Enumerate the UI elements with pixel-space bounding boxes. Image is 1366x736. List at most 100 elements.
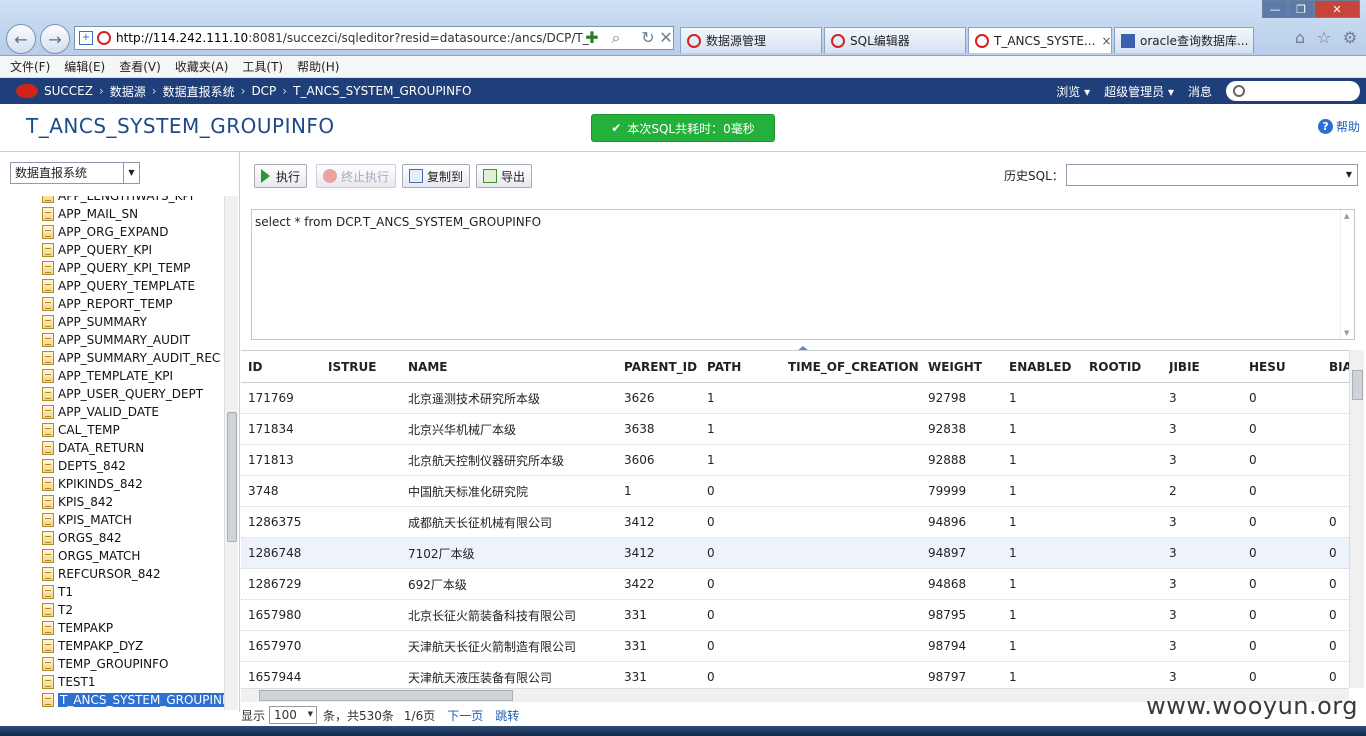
column-header-parent-id[interactable]: PARENT_ID (624, 351, 697, 382)
table-row[interactable]: 1286748 7102厂本级 3412 0 94897 1 3 0 0 (241, 538, 1349, 569)
export-button[interactable]: 导出 (476, 164, 533, 188)
tree-item[interactable]: APP_VALID_DATE (0, 403, 224, 421)
tree-item[interactable]: APP_USER_QUERY_DEPT (0, 385, 224, 403)
column-header-jibie[interactable]: JIBIE (1169, 351, 1200, 382)
history-sql-select[interactable]: ▼ (1066, 164, 1358, 186)
tree-item[interactable]: APP_QUERY_KPI_TEMP (0, 259, 224, 277)
tree-item[interactable]: T1 (0, 583, 224, 601)
table-row[interactable]: 1657970 天津航天长征火箭制造有限公司 331 0 98794 1 3 0 0 (241, 631, 1349, 662)
admin-menu[interactable]: 超级管理员 ▾ (1104, 83, 1174, 100)
column-header-name[interactable]: NAME (408, 351, 447, 382)
column-header-istrue[interactable]: ISTRUE (328, 351, 376, 382)
menu-file[interactable]: 文件(F) (10, 58, 50, 75)
minimize-button[interactable]: — (1262, 0, 1288, 18)
tree-item[interactable]: TEMPAKP_DYZ (0, 637, 224, 655)
tree-item[interactable]: APP_SUMMARY_AUDIT_REC (0, 349, 224, 367)
tree-scrollbar[interactable] (224, 196, 238, 710)
tree-item[interactable]: APP_REPORT_TEMP (0, 295, 224, 313)
table-row[interactable]: 1657944 天津航天液压装备有限公司 331 0 98797 1 3 0 0 (241, 662, 1349, 688)
tab-close-icon[interactable]: × (1101, 34, 1111, 48)
table-row[interactable]: 1286729 692厂本级 3422 0 94868 1 3 0 0 (241, 569, 1349, 600)
table-row[interactable]: 171813 北京航天控制仪器研究所本级 3606 1 92888 1 3 0 (241, 445, 1349, 476)
table-row[interactable]: 171769 北京遥测技术研究所本级 3626 1 92798 1 3 0 (241, 383, 1349, 414)
tree-item[interactable]: ORGS_842 (0, 529, 224, 547)
tree-item[interactable]: CAL_TEMP (0, 421, 224, 439)
tree-item[interactable]: APP_ORG_EXPAND (0, 223, 224, 241)
sql-editor[interactable]: select * from DCP.T_ANCS_SYSTEM_GROUPINF… (251, 209, 1355, 340)
tree-item[interactable]: TEMP_GROUPINFO (0, 655, 224, 673)
breadcrumb-system[interactable]: 数据直报系统 (163, 83, 235, 100)
cell-bia: 0 (1329, 577, 1337, 591)
search-input[interactable] (1226, 81, 1360, 101)
table-row[interactable]: 1657980 北京长征火箭装备科技有限公司 331 0 98795 1 3 0 0 (241, 600, 1349, 631)
page-size-select[interactable]: 100 (269, 706, 318, 724)
menu-view[interactable]: 查看(V) (119, 58, 161, 75)
tree-item[interactable]: APP_MAIL_SN (0, 205, 224, 223)
tree-item[interactable]: T_ANCS_SYSTEM_GROUPINFO (0, 691, 224, 709)
home-icon[interactable]: ⌂ (1290, 28, 1310, 48)
tree-item[interactable]: TEST1 (0, 673, 224, 691)
column-header-bia[interactable]: BIA (1329, 351, 1349, 382)
back-button[interactable]: ← (6, 24, 36, 54)
maximize-button[interactable]: ❐ (1288, 0, 1314, 18)
execute-button[interactable]: 执行 (254, 164, 308, 188)
column-header-hesu[interactable]: HESU (1249, 351, 1286, 382)
tree-item[interactable]: APP_SUMMARY (0, 313, 224, 331)
next-page-link[interactable]: 下一页 (447, 707, 483, 724)
scrollbar-thumb[interactable] (1352, 370, 1363, 400)
jump-link[interactable]: 跳转 (495, 707, 519, 724)
stop-icon[interactable]: ✕ (656, 28, 676, 48)
refresh-icon[interactable]: ↻ (638, 28, 658, 48)
scrollbar-thumb[interactable] (227, 412, 237, 542)
messages-link[interactable]: 消息 (1188, 83, 1212, 100)
tree-item[interactable]: KPIS_MATCH (0, 511, 224, 529)
column-header-weight[interactable]: WEIGHT (928, 351, 982, 382)
favorites-star-icon[interactable]: ☆ (1314, 28, 1334, 48)
tree-item[interactable]: REFCURSOR_842 (0, 565, 224, 583)
table-row[interactable]: 1286375 成都航天长征机械有限公司 3412 0 94896 1 3 0 0 (241, 507, 1349, 538)
grid-vertical-scrollbar[interactable] (1349, 350, 1364, 688)
tree-item[interactable]: DATA_RETURN (0, 439, 224, 457)
close-window-button[interactable]: ✕ (1314, 0, 1360, 18)
tree-item[interactable]: APP_SUMMARY_AUDIT (0, 331, 224, 349)
tree-item[interactable]: APP_TEMPLATE_KPI (0, 367, 224, 385)
browse-menu[interactable]: 浏览 ▾ (1056, 83, 1090, 100)
settings-gear-icon[interactable]: ⚙ (1340, 28, 1360, 48)
copy-to-button[interactable]: 复制到 (402, 164, 471, 188)
breadcrumb-schema[interactable]: DCP (251, 84, 276, 98)
table-row[interactable]: 3748 中国航天标准化研究院 1 0 79999 1 2 0 (241, 476, 1349, 507)
browser-tab[interactable]: SQL编辑器 (824, 27, 966, 53)
tree-item[interactable]: T2 (0, 601, 224, 619)
stop-execute-button[interactable]: 终止执行 (316, 164, 397, 188)
editor-scrollbar[interactable] (1340, 210, 1354, 339)
column-header-path[interactable]: PATH (707, 351, 741, 382)
tree-item[interactable]: KPIS_842 (0, 493, 224, 511)
table-row[interactable]: 171834 北京兴华机械厂本级 3638 1 92838 1 3 0 (241, 414, 1349, 445)
tree-item[interactable]: TEMPAKP (0, 619, 224, 637)
search-dropdown-icon[interactable]: ⌕ (606, 28, 626, 48)
menu-tools[interactable]: 工具(T) (242, 58, 283, 75)
menu-favorites[interactable]: 收藏夹(A) (175, 58, 229, 75)
tree-item[interactable]: ORGS_MATCH (0, 547, 224, 565)
breadcrumb-datasource[interactable]: 数据源 (110, 83, 146, 100)
tree-item[interactable]: KPIKINDS_842 (0, 475, 224, 493)
compat-view-icon[interactable]: ✚ (582, 28, 602, 48)
column-header-enabled[interactable]: ENABLED (1009, 351, 1071, 382)
tree-item[interactable]: DEPTS_842 (0, 457, 224, 475)
column-header-id[interactable]: ID (248, 351, 262, 382)
browser-tab-active[interactable]: T_ANCS_SYSTE... × (968, 27, 1112, 53)
menu-help[interactable]: 帮助(H) (297, 58, 339, 75)
browser-tab[interactable]: oracle查询数据库... (1114, 27, 1254, 53)
tree-item[interactable]: APP_QUERY_TEMPLATE (0, 277, 224, 295)
scrollbar-thumb[interactable] (259, 690, 513, 701)
browser-tab[interactable]: 数据源管理 (680, 27, 822, 53)
tree-item[interactable]: APP_QUERY_KPI (0, 241, 224, 259)
forward-button[interactable]: → (40, 24, 70, 54)
help-link[interactable]: ? 帮助 (1317, 118, 1360, 135)
brand-name[interactable]: SUCCEZ (44, 84, 93, 98)
tree-item[interactable]: APP_LENGTHWAYS_KPI (0, 196, 224, 205)
datasource-select[interactable]: 数据直报系统 ▼ (10, 162, 140, 184)
menu-edit[interactable]: 编辑(E) (64, 58, 105, 75)
column-header-rootid[interactable]: ROOTID (1089, 351, 1141, 382)
column-header-time-of-creation[interactable]: TIME_OF_CREATION (788, 351, 919, 382)
